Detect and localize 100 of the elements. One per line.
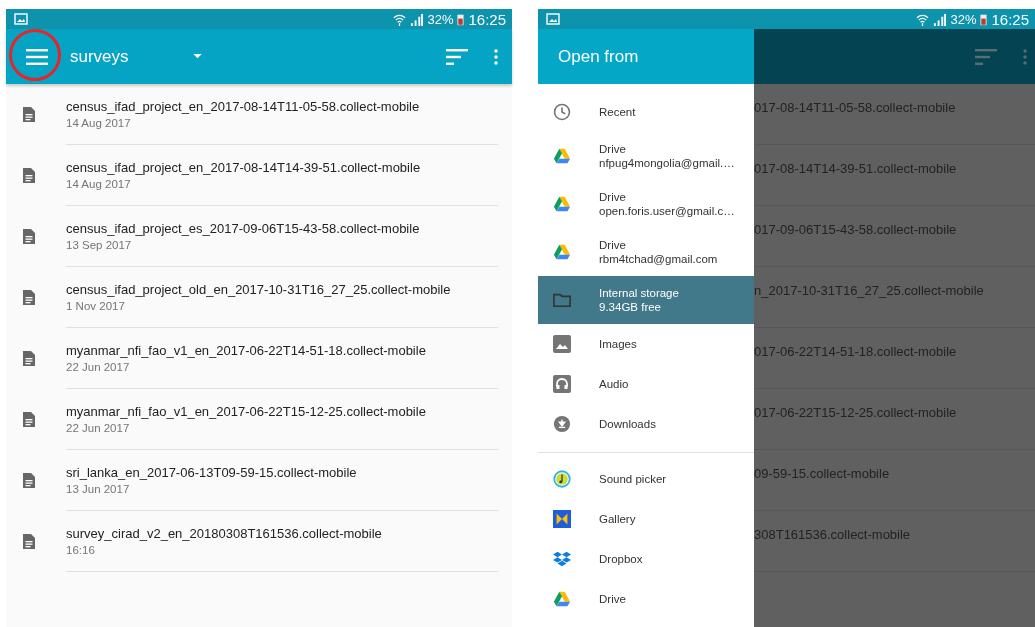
- battery-icon: [980, 12, 988, 26]
- clock-icon: [553, 103, 571, 121]
- item-label: Sound picker: [599, 473, 667, 485]
- file-date: 13 Jun 2017: [66, 483, 131, 495]
- item-detail: open.foris.user@gmail.c…: [599, 205, 735, 217]
- document-icon: [23, 168, 35, 183]
- drive-icon: [553, 195, 571, 213]
- file-row[interactable]: myanmar_nfi_fao_v1_en_2017-06-22T14-51-18.collect-mobile 22 Jun 2017: [6, 328, 512, 389]
- wifi-icon: [393, 12, 407, 26]
- item-detail: rbm4tchad@gmail.com: [599, 253, 718, 265]
- item-label: Audio: [599, 378, 629, 390]
- picture-icon: [14, 13, 28, 25]
- sort-icon: [975, 48, 997, 65]
- battery-percent: 32%: [950, 11, 977, 27]
- file-row[interactable]: census_ifad_project_es_2017-09-06T15-43-58.collect-mobile 13 Sep 2017: [6, 206, 512, 267]
- drawer-item[interactable]: Drive nfpug4mongolia@gmail.…: [538, 132, 754, 180]
- item-label: Recent: [599, 106, 636, 118]
- item-label: Gallery: [599, 513, 636, 525]
- drawer-item[interactable]: Drive rbm4tchad@gmail.com: [538, 228, 754, 276]
- app-item[interactable]: Dropbox: [538, 539, 754, 579]
- file-name: 09-59-15.collect-mobile: [754, 465, 890, 481]
- file-date: 22 Jun 2017: [66, 422, 131, 434]
- menu-icon[interactable]: [26, 48, 48, 65]
- clock-time: 16:25: [991, 10, 1029, 28]
- file-name: census_ifad_project_es_2017-09-06T15-43-58.collect-mobile: [66, 221, 421, 236]
- file-row[interactable]: sri_lanka_en_2017-06-13T09-59-15.collect-mobile 13 Jun 2017: [6, 450, 512, 511]
- battery-percent: 32%: [427, 11, 454, 27]
- file-row[interactable]: myanmar_nfi_fao_v1_en_2017-06-22T15-12-25.collect-mobile 22 Jun 2017: [6, 389, 512, 450]
- document-icon: [23, 412, 35, 427]
- file-name: survey_cirad_v2_en_20180308T161536.collect-mobile: [66, 526, 383, 541]
- app-item[interactable]: Sound picker: [538, 459, 754, 499]
- item-detail: nfpug4mongolia@gmail.…: [599, 157, 735, 169]
- item-label: Internal storage: [599, 287, 679, 299]
- file-name: 017-08-14T14-39-51.collect-mobile: [754, 160, 957, 176]
- signal-icon: [410, 12, 424, 26]
- item-detail: 9.34GB free: [599, 301, 662, 313]
- drawer-item[interactable]: Audio: [538, 364, 754, 404]
- app-item[interactable]: Drive: [538, 579, 754, 619]
- gallery-icon: [553, 510, 571, 528]
- drawer-item[interactable]: Recent: [538, 92, 754, 132]
- highlight-circle: [9, 28, 61, 81]
- drawer-title: Open from: [558, 46, 639, 67]
- folder-icon: [553, 291, 571, 309]
- battery-icon: [457, 12, 465, 26]
- dropbox-icon: [553, 550, 571, 568]
- document-icon: [23, 229, 35, 244]
- item-label: Drive: [599, 239, 627, 251]
- file-row[interactable]: survey_cirad_v2_en_20180308T161536.collect-mobile 16:16: [6, 511, 512, 572]
- file-name: 308T161536.collect-mobile: [754, 526, 911, 542]
- item-label: Dropbox: [599, 553, 643, 565]
- dropdown-icon[interactable]: [192, 54, 202, 59]
- headphones-icon: [553, 375, 571, 393]
- drawer-item[interactable]: Internal storage 9.34GB free: [538, 276, 754, 324]
- document-icon: [23, 290, 35, 305]
- drive-icon: [553, 590, 571, 608]
- file-name: 017-06-22T15-12-25.collect-mobile: [754, 404, 957, 420]
- file-name: myanmar_nfi_fao_v1_en_2017-06-22T14-51-18.collect-mobile: [66, 343, 427, 358]
- file-name: 017-09-06T15-43-58.collect-mobile: [754, 221, 957, 237]
- document-icon: [23, 107, 35, 122]
- file-name: census_ifad_project_old_en_2017-10-31T16_27_25.collect-mobile: [66, 282, 452, 297]
- document-icon: [23, 473, 35, 488]
- file-name: census_ifad_project_en_2017-08-14T11-05-58.collect-mobile: [66, 99, 421, 114]
- file-name: 017-08-14T11-05-58.collect-mobile: [754, 99, 956, 115]
- more-icon[interactable]: [494, 48, 498, 65]
- file-date: 16:16: [66, 544, 96, 556]
- drive-icon: [553, 147, 571, 165]
- file-date: 22 Jun 2017: [66, 361, 131, 373]
- document-icon: [23, 534, 35, 549]
- image-icon: [553, 335, 571, 353]
- music-note-icon: [553, 470, 571, 488]
- app-item[interactable]: Gallery: [538, 499, 754, 539]
- more-icon: [1023, 48, 1027, 65]
- item-label: Downloads: [599, 418, 656, 430]
- item-label: Images: [599, 338, 637, 350]
- item-label: Drive: [599, 593, 626, 605]
- file-name: 017-06-22T14-51-18.collect-mobile: [754, 343, 957, 359]
- drawer-item[interactable]: Drive open.foris.user@gmail.c…: [538, 180, 754, 228]
- download-icon: [553, 415, 571, 433]
- drawer-item[interactable]: Downloads: [538, 404, 754, 444]
- file-name: n_2017-10-31T16_27_25.collect-mobile: [754, 282, 984, 298]
- file-row[interactable]: census_ifad_project_en_2017-08-14T14-39-51.collect-mobile 14 Aug 2017: [6, 145, 512, 206]
- file-row[interactable]: census_ifad_project_en_2017-08-14T11-05-58.collect-mobile 14 Aug 2017: [6, 84, 512, 145]
- item-label: Drive: [599, 143, 627, 155]
- item-label: Drive: [599, 191, 627, 203]
- file-name: sri_lanka_en_2017-06-13T09-59-15.collect-mobile: [66, 465, 358, 480]
- clock-time: 16:25: [468, 10, 506, 28]
- file-date: 14 Aug 2017: [66, 178, 132, 190]
- drive-icon: [553, 243, 571, 261]
- file-date: 14 Aug 2017: [66, 117, 132, 129]
- file-name: census_ifad_project_en_2017-08-14T14-39-51.collect-mobile: [66, 160, 422, 175]
- sort-icon[interactable]: [446, 48, 468, 65]
- wifi-icon: [916, 12, 930, 26]
- picture-icon: [546, 13, 560, 25]
- signal-icon: [933, 12, 947, 26]
- file-date: 13 Sep 2017: [66, 239, 133, 251]
- drawer-item[interactable]: Images: [538, 324, 754, 364]
- document-icon: [23, 351, 35, 366]
- file-date: 1 Nov 2017: [66, 300, 126, 312]
- file-row[interactable]: census_ifad_project_old_en_2017-10-31T16_27_25.collect-mobile 1 Nov 2017: [6, 267, 512, 328]
- file-name: myanmar_nfi_fao_v1_en_2017-06-22T15-12-25.collect-mobile: [66, 404, 427, 419]
